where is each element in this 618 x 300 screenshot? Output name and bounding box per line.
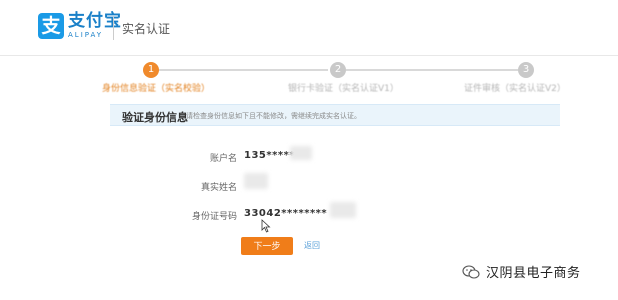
idnumber-value: 33042******** bbox=[244, 208, 328, 219]
idnumber-label: 身份证号码 bbox=[191, 212, 237, 222]
mouse-cursor-icon bbox=[261, 219, 271, 233]
step-3-label: 证件审核（实名认证V2） bbox=[464, 84, 566, 94]
step-2-marker: 2 bbox=[330, 62, 346, 78]
account-redaction bbox=[290, 146, 312, 160]
wechat-icon bbox=[462, 264, 480, 279]
section-header: 验证身份信息 请检查身份信息如下且不能修改，需继续完成实名认证。 bbox=[110, 104, 560, 126]
realname-label: 真实姓名 bbox=[200, 183, 237, 193]
account-label: 账户名 bbox=[209, 154, 237, 164]
step-3-marker: 3 bbox=[518, 62, 534, 78]
step-connector bbox=[158, 69, 328, 71]
watermark: 汉阴县电子商务 bbox=[462, 262, 581, 281]
alipay-logo-icon: 支 bbox=[38, 13, 64, 39]
step-1-marker: 1 bbox=[143, 62, 159, 78]
back-link[interactable]: 返回 bbox=[304, 240, 320, 251]
account-value: 135***** bbox=[244, 150, 296, 161]
progress-steps: 1 身份信息验证（实名校验） 2 银行卡验证（实名认证V1） 3 证件审核（实名… bbox=[102, 62, 580, 94]
section-title: 验证身份信息 bbox=[122, 111, 188, 124]
header: 支 支付宝 ALIPAY 实名认证 bbox=[0, 0, 618, 56]
watermark-text: 汉阴县电子商务 bbox=[486, 266, 581, 281]
step-1-label: 身份信息验证（实名校验） bbox=[102, 84, 211, 94]
next-step-button[interactable]: 下一步 bbox=[241, 237, 293, 255]
realname-redaction bbox=[244, 173, 268, 189]
step-2-label: 银行卡验证（实名认证V1） bbox=[288, 84, 399, 94]
idnumber-redaction bbox=[330, 202, 356, 218]
page-title: 实名认证 bbox=[122, 22, 171, 36]
section-description: 请检查身份信息如下且不能修改，需继续完成实名认证。 bbox=[186, 112, 361, 120]
alipay-logo[interactable]: 支 支付宝 ALIPAY bbox=[38, 12, 122, 40]
step-connector bbox=[346, 69, 518, 71]
logo-divider bbox=[113, 16, 114, 40]
